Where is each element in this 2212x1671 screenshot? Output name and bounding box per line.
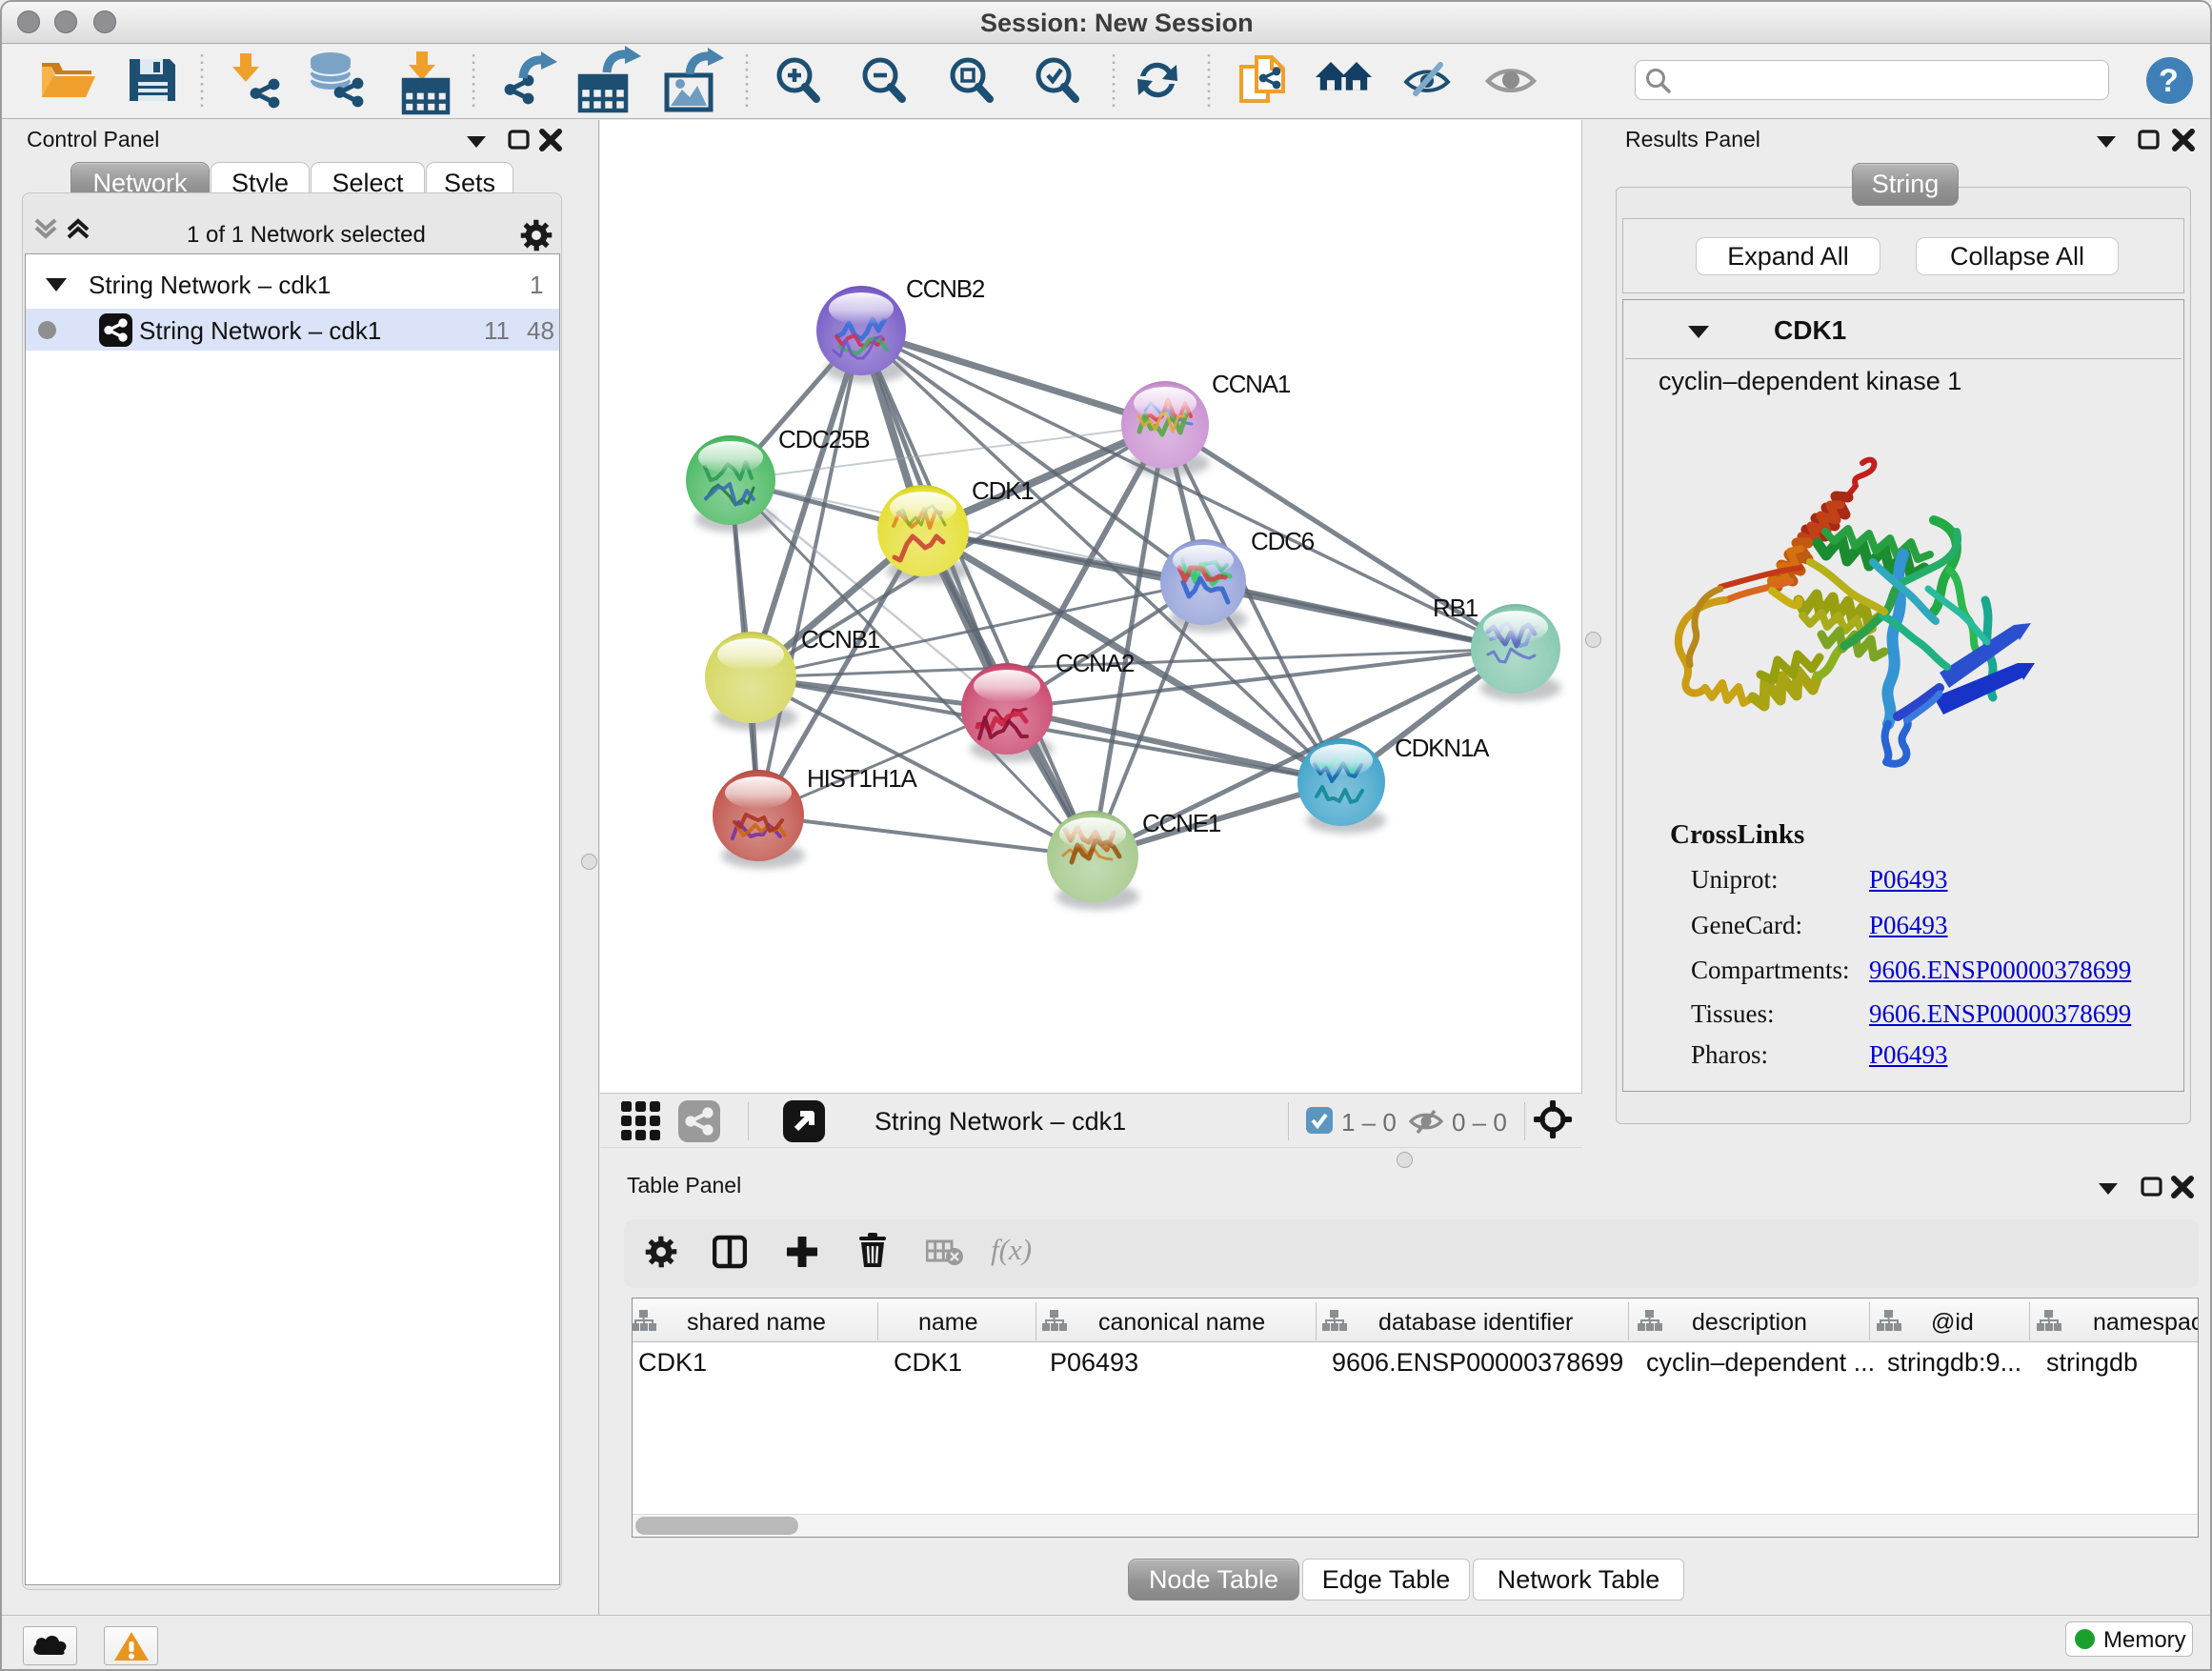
svg-text:CDK1: CDK1 xyxy=(972,476,1034,505)
svg-text:CDC25B: CDC25B xyxy=(778,425,869,453)
svg-text:CCNA2: CCNA2 xyxy=(1056,649,1135,677)
svg-text:CDC6: CDC6 xyxy=(1251,527,1315,555)
svg-text:CCNB1: CCNB1 xyxy=(801,625,880,654)
svg-text:CCNB2: CCNB2 xyxy=(906,274,985,303)
svg-text:HIST1H1A: HIST1H1A xyxy=(807,764,918,793)
svg-text:CDKN1A: CDKN1A xyxy=(1395,734,1490,762)
svg-text:CCNE1: CCNE1 xyxy=(1142,809,1221,837)
svg-text:RB1: RB1 xyxy=(1433,594,1478,622)
svg-text:CCNA1: CCNA1 xyxy=(1212,370,1291,398)
